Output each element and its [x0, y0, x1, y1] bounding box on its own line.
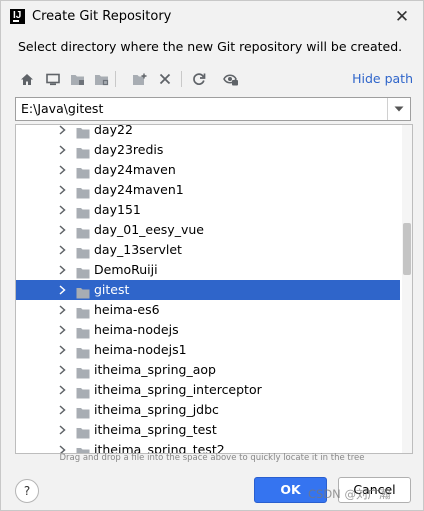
tree-row-label: itheima_spring_aop	[94, 362, 216, 377]
tree-row[interactable]: day23redis	[16, 140, 400, 160]
tree-row-label: day23redis	[94, 142, 164, 157]
tree-row[interactable]: gitest	[16, 280, 400, 300]
desktop-icon[interactable]	[43, 69, 63, 89]
tree-row[interactable]: day24maven1	[16, 180, 400, 200]
folder-icon	[76, 204, 90, 219]
close-button[interactable]: ✕	[387, 3, 417, 31]
create-git-repository-dialog: IJ Create Git Repository ✕ Select direct…	[0, 0, 424, 511]
scrollbar-thumb[interactable]	[403, 223, 411, 275]
folder-icon	[76, 224, 90, 239]
tree-row-label: heima-nodejs	[94, 322, 179, 337]
tree-row-label: heima-nodejs1	[94, 342, 187, 357]
chevron-right-icon[interactable]	[56, 303, 68, 317]
folder-icon	[76, 324, 90, 339]
directory-tree[interactable]: day22 day23redis day24maven day24maven1 day1…	[15, 124, 413, 454]
chevron-right-icon[interactable]	[56, 243, 68, 257]
show-hidden-icon[interactable]	[221, 69, 241, 89]
delete-icon[interactable]	[155, 69, 175, 89]
folder-icon	[76, 284, 90, 299]
tree-row-label: day_13servlet	[94, 242, 182, 257]
tree-row-label: day_01_eesy_vue	[94, 222, 204, 237]
chevron-right-icon[interactable]	[56, 383, 68, 397]
new-folder-icon[interactable]	[129, 69, 149, 89]
refresh-icon[interactable]	[189, 69, 209, 89]
tree-row[interactable]: day22	[16, 124, 400, 140]
tree-row[interactable]: heima-nodejs	[16, 320, 400, 340]
tree-row[interactable]: day24maven	[16, 160, 400, 180]
home-icon[interactable]	[17, 69, 37, 89]
folder-icon	[76, 164, 90, 179]
folder-icon	[76, 144, 90, 159]
tree-row-label: day24maven	[94, 162, 176, 177]
chevron-right-icon[interactable]	[56, 283, 68, 297]
tree-row[interactable]: day151	[16, 200, 400, 220]
tree-row-label: itheima_spring_interceptor	[94, 382, 262, 397]
tree-row-label: day24maven1	[94, 182, 184, 197]
tree-row-label: heima-es6	[94, 302, 160, 317]
folder-icon	[76, 344, 90, 359]
tree-row[interactable]: itheima_spring_jdbc	[16, 400, 400, 420]
tree-row[interactable]: heima-nodejs1	[16, 340, 400, 360]
hide-path-link[interactable]: Hide path	[352, 71, 413, 86]
folder-icon	[76, 264, 90, 279]
tree-row[interactable]: DemoRuiji	[16, 260, 400, 280]
chevron-right-icon[interactable]	[56, 203, 68, 217]
folder-icon	[76, 304, 90, 319]
path-dropdown-button[interactable]	[387, 98, 410, 120]
toolbar-separator	[181, 71, 182, 87]
tree-row-label: DemoRuiji	[94, 262, 158, 277]
tree-row-label: itheima_spring_test	[94, 422, 217, 437]
tree-scrollbar[interactable]	[402, 125, 412, 453]
folder-icon	[76, 244, 90, 259]
tree-row[interactable]: day_01_eesy_vue	[16, 220, 400, 240]
folder-icon	[76, 364, 90, 379]
chevron-right-icon[interactable]	[56, 343, 68, 357]
chevron-right-icon[interactable]	[56, 323, 68, 337]
chevron-right-icon[interactable]	[56, 263, 68, 277]
tree-row-label: itheima_spring_jdbc	[94, 402, 219, 417]
file-chooser-toolbar: Hide path	[15, 67, 415, 91]
tree-row[interactable]: day_13servlet	[16, 240, 400, 260]
chevron-right-icon[interactable]	[56, 423, 68, 437]
toolbar-separator	[115, 71, 116, 87]
folder-icon	[76, 125, 90, 139]
tree-row[interactable]: itheima_spring_aop	[16, 360, 400, 380]
path-input[interactable]: E:\Java\gitest	[21, 101, 103, 116]
tree-row[interactable]: heima-es6	[16, 300, 400, 320]
path-combobox[interactable]: E:\Java\gitest	[15, 97, 411, 121]
chevron-right-icon[interactable]	[56, 223, 68, 237]
chevron-right-icon[interactable]	[56, 163, 68, 177]
tree-row[interactable]: itheima_spring_test2	[16, 440, 400, 453]
tree-row[interactable]: itheima_spring_interceptor	[16, 380, 400, 400]
intellij-app-icon: IJ	[10, 9, 25, 24]
dialog-description: Select directory where the new Git repos…	[18, 39, 403, 54]
drag-drop-hint: Drag and drop a file into the space abov…	[59, 453, 365, 463]
tree-row-label: day22	[94, 124, 133, 137]
watermark: CSDN @刘广瀚	[308, 487, 391, 501]
tree-row-label: day151	[94, 202, 141, 217]
help-button[interactable]: ?	[15, 479, 39, 503]
project-folder-icon[interactable]	[67, 69, 87, 89]
chevron-right-icon[interactable]	[56, 403, 68, 417]
chevron-down-icon	[394, 106, 404, 112]
folder-icon	[76, 184, 90, 199]
title-bar: IJ Create Git Repository ✕	[1, 1, 423, 33]
chevron-right-icon[interactable]	[56, 183, 68, 197]
folder-icon	[76, 404, 90, 419]
folder-icon	[76, 384, 90, 399]
chevron-right-icon[interactable]	[56, 143, 68, 157]
tree-row[interactable]: itheima_spring_test	[16, 420, 400, 440]
chevron-right-icon[interactable]	[56, 363, 68, 377]
chevron-right-icon[interactable]	[56, 125, 68, 137]
folder-icon	[76, 424, 90, 439]
dialog-title: Create Git Repository	[32, 9, 172, 24]
module-folder-icon[interactable]	[91, 69, 111, 89]
tree-row-label: gitest	[94, 282, 130, 297]
